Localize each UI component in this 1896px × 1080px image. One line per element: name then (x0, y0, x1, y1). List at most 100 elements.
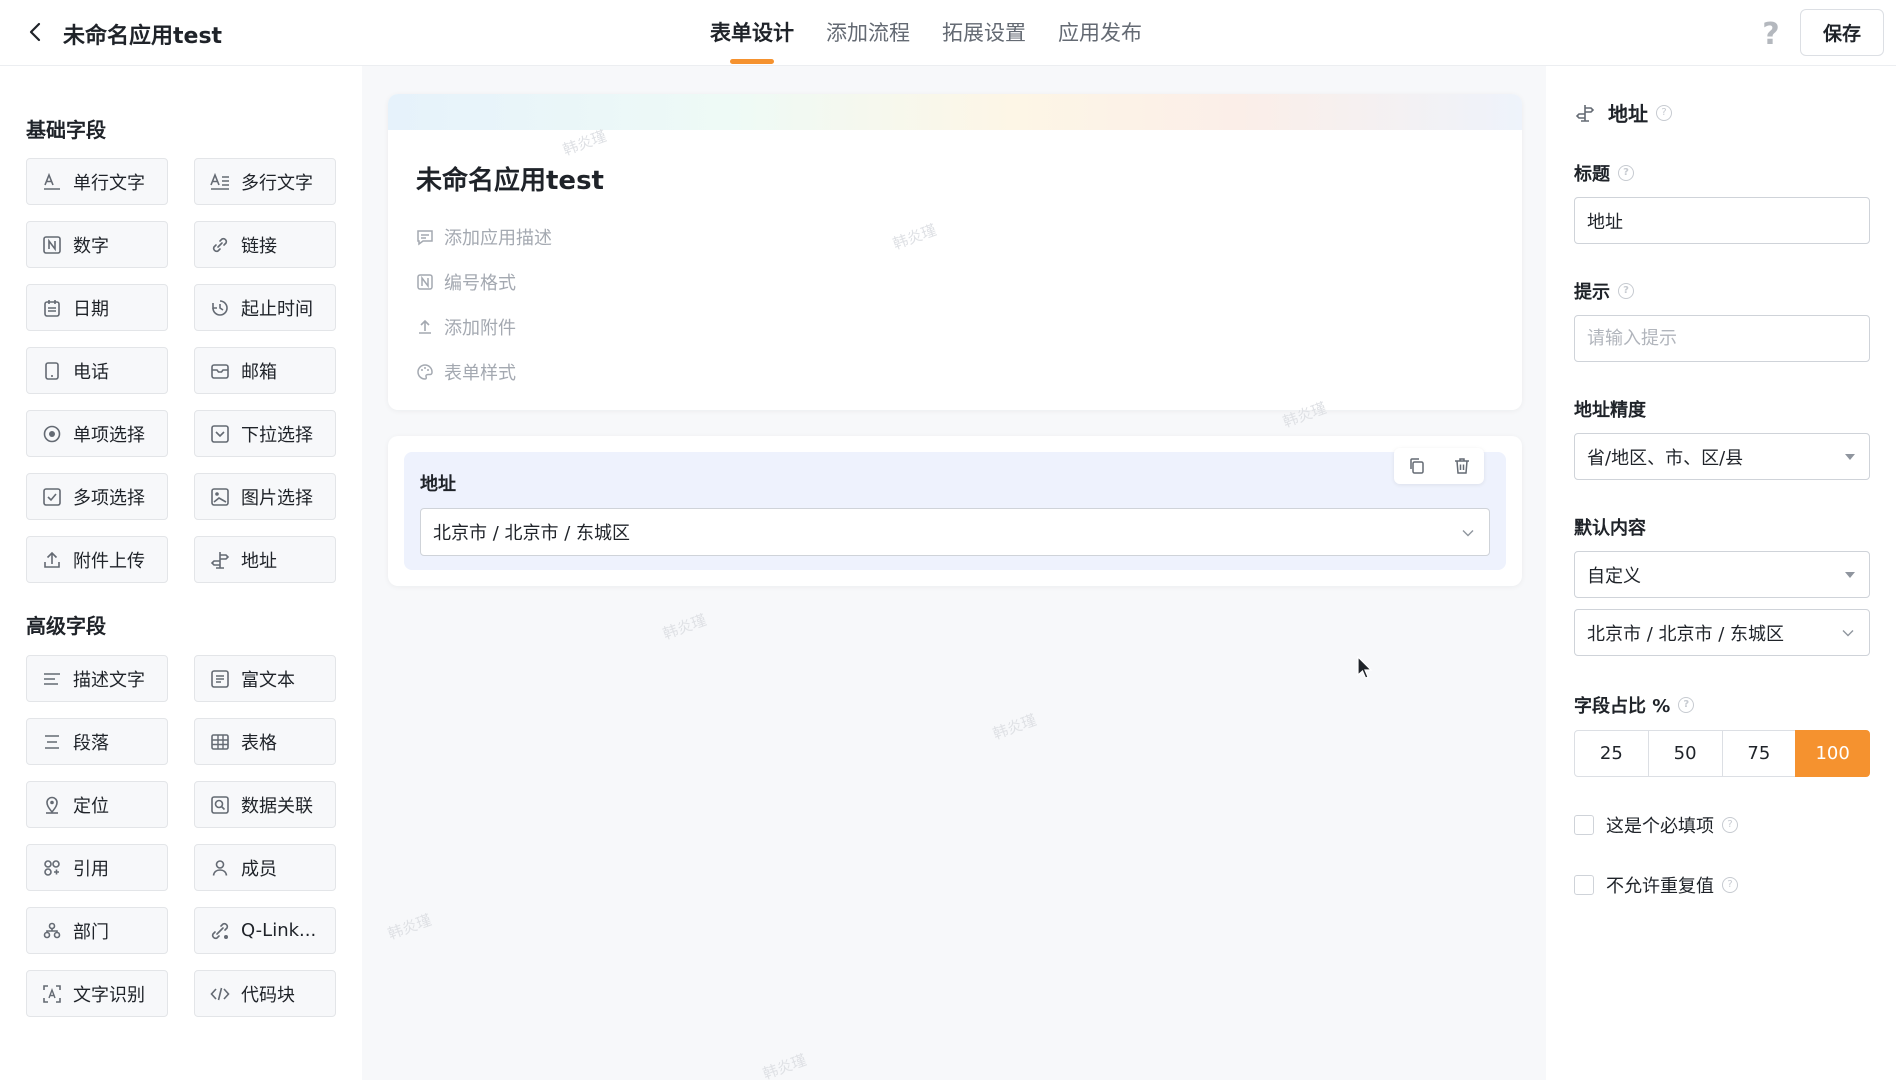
form-info-card: 未命名应用test 添加应用描述 编号格式 添加附件 表单样式 (388, 94, 1522, 410)
palette-item-label: 电话 (73, 361, 109, 383)
palette-item[interactable]: 成员 (194, 844, 336, 891)
hint-input[interactable] (1574, 315, 1870, 362)
palette-item-label: 段落 (73, 732, 109, 754)
form-canvas: 未命名应用test 添加应用描述 编号格式 添加附件 表单样式 地址 北京市 /… (362, 66, 1546, 1080)
palette-item[interactable]: 单项选择 (26, 410, 168, 457)
address-select-value: 北京市 / 北京市 / 东城区 (433, 523, 631, 544)
tab-publish[interactable]: 应用发布 (1058, 0, 1142, 66)
ratio-option-75[interactable]: 75 (1721, 730, 1797, 777)
palette-item-label: 下拉选择 (241, 424, 313, 446)
richtext-icon (211, 669, 229, 688)
palette-item[interactable]: 定位 (26, 781, 168, 828)
tab-form-design[interactable]: 表单设计 (710, 0, 794, 66)
upload-icon (44, 551, 60, 568)
info-icon[interactable]: ? (1618, 283, 1634, 299)
tab-add-flow[interactable]: 添加流程 (826, 0, 910, 66)
ratio-option-100[interactable]: 100 (1795, 730, 1870, 777)
palette-item-label: 富文本 (241, 669, 295, 691)
watermark: 韩炎瑾 (990, 710, 1039, 744)
palette-item-label: 代码块 (241, 984, 295, 1006)
default-content-label-text: 默认内容 (1574, 518, 1646, 539)
signpost-icon (1575, 104, 1595, 122)
palette-item[interactable]: 部门 (26, 907, 168, 954)
tab-extension-settings[interactable]: 拓展设置 (942, 0, 1026, 66)
info-icon[interactable]: ? (1618, 165, 1634, 181)
palette-item-label: 单项选择 (73, 424, 145, 446)
number-format[interactable]: 编号格式 (416, 269, 516, 295)
add-description[interactable]: 添加应用描述 (416, 224, 552, 250)
address-select[interactable]: 北京市 / 北京市 / 东城区 (420, 508, 1490, 556)
top-bar: 未命名应用test 表单设计 添加流程 拓展设置 应用发布 ? 保存 (0, 0, 1896, 66)
unique-checkbox[interactable] (1574, 875, 1594, 895)
info-icon[interactable]: ? (1722, 817, 1738, 833)
data-link-icon (211, 795, 229, 814)
info-icon[interactable]: ? (1722, 877, 1738, 893)
title-label: 标题 ? (1574, 160, 1634, 186)
caret-down-icon (1845, 454, 1855, 460)
form-title[interactable]: 未命名应用test (416, 160, 604, 197)
palette-item[interactable]: 下拉选择 (194, 410, 336, 457)
default-content-label: 默认内容 (1574, 514, 1646, 540)
width-ratio-label-text: 字段占比 % (1574, 696, 1671, 717)
properties-header: 地址 ? (1574, 98, 1672, 127)
palette-item[interactable]: 描述文字 (26, 655, 168, 702)
delete-icon[interactable] (1452, 456, 1472, 476)
palette-item[interactable]: 富文本 (194, 655, 336, 702)
palette-item[interactable]: 附件上传 (26, 536, 168, 583)
palette-item[interactable]: Q-Link... (194, 907, 336, 954)
ratio-option-25[interactable]: 25 (1574, 730, 1649, 777)
back-arrow-icon[interactable] (22, 18, 50, 46)
palette-item[interactable]: 数据关联 (194, 781, 336, 828)
palette-item[interactable]: 日期 (26, 284, 168, 331)
main-tabs: 表单设计 添加流程 拓展设置 应用发布 (710, 0, 1174, 66)
palette-item[interactable]: 文字识别 (26, 970, 168, 1017)
palette-item[interactable]: 代码块 (194, 970, 336, 1017)
palette-item-label: 地址 (241, 550, 277, 572)
default-mode-value: 自定义 (1587, 565, 1641, 587)
image-icon (211, 487, 229, 506)
address-field-card[interactable]: 地址 北京市 / 北京市 / 东城区 (388, 436, 1522, 586)
palette-item-label: 文字识别 (73, 984, 145, 1006)
address-field-selected[interactable]: 地址 北京市 / 北京市 / 东城区 (404, 448, 1506, 570)
palette-item[interactable]: 邮箱 (194, 347, 336, 394)
palette-item[interactable]: 段落 (26, 718, 168, 765)
hint-label-text: 提示 (1574, 282, 1610, 303)
ratio-option-50[interactable]: 50 (1647, 730, 1723, 777)
palette-item[interactable]: 地址 (194, 536, 336, 583)
signpost-icon (210, 551, 230, 569)
add-attachment[interactable]: 添加附件 (416, 314, 516, 340)
title-input[interactable] (1574, 197, 1870, 244)
palette-item[interactable]: 链接 (194, 221, 336, 268)
copy-icon[interactable] (1407, 456, 1427, 476)
form-style[interactable]: 表单样式 (416, 359, 516, 385)
palette-item[interactable]: 起止时间 (194, 284, 336, 331)
info-icon[interactable]: ? (1678, 697, 1695, 713)
palette-item[interactable]: 多项选择 (26, 473, 168, 520)
default-mode-select[interactable]: 自定义 (1574, 551, 1870, 598)
required-option[interactable]: 这是个必填项 ? (1574, 812, 1738, 838)
palette-item[interactable]: 单行文字 (26, 158, 168, 205)
info-icon[interactable]: ? (1656, 104, 1672, 121)
paragraph-icon (45, 734, 59, 749)
comment-icon (417, 230, 433, 246)
palette-item[interactable]: 图片选择 (194, 473, 336, 520)
palette-item[interactable]: 多行文字 (194, 158, 336, 205)
link-icon (212, 237, 228, 252)
default-address-select[interactable]: 北京市 / 北京市 / 东城区 (1574, 609, 1870, 656)
palette-item-label: 成员 (241, 858, 277, 880)
save-button[interactable]: 保存 (1800, 9, 1884, 56)
precision-select[interactable]: 省/地区、市、区/县 (1574, 433, 1870, 480)
location-icon (46, 796, 58, 814)
required-checkbox[interactable] (1574, 815, 1594, 835)
palette-item[interactable]: 表格 (194, 718, 336, 765)
unique-option[interactable]: 不允许重复值 ? (1574, 872, 1738, 898)
palette-item[interactable]: 数字 (26, 221, 168, 268)
width-ratio-group: 25 50 75 100 (1574, 730, 1870, 777)
palette-item[interactable]: 电话 (26, 347, 168, 394)
help-icon[interactable]: ? (1756, 16, 1786, 50)
chevron-down-icon (1842, 630, 1854, 637)
ocr-icon (43, 984, 61, 1003)
palette-item[interactable]: 引用 (26, 844, 168, 891)
number-icon (43, 235, 61, 254)
calendar-icon (44, 299, 60, 317)
